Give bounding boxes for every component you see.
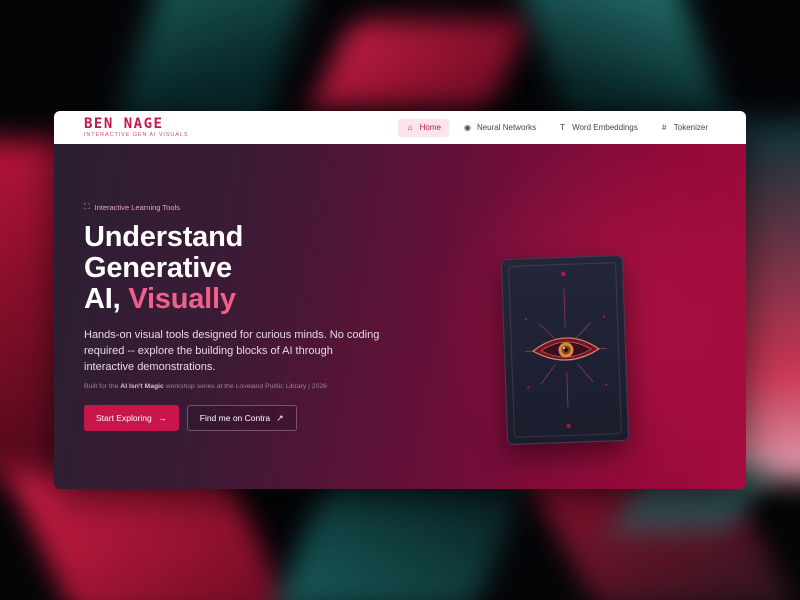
button-label: Find me on Contra — [199, 413, 271, 423]
brand-logo[interactable]: BEN NAGE INTERACTIVE GEN AI VISUALS — [84, 117, 188, 139]
nav-item-label: Tokenizer — [673, 123, 708, 132]
nav-item-tokenizer[interactable]: # Tokenizer — [652, 119, 716, 137]
text-icon: T — [560, 122, 566, 132]
eyebrow: ⛶ Interactive Learning Tools — [84, 202, 414, 212]
nav-item-label: Neural Networks — [476, 123, 537, 132]
credit-prefix: Built for the — [84, 383, 121, 390]
headline-line-1: Understand — [84, 221, 244, 253]
main-nav: ⌂ Home ◉ Neural Networks T Word Embeddin… — [397, 118, 716, 137]
headline-accent: Visually — [128, 283, 236, 315]
sparkle-icon: ⛶ — [84, 202, 90, 211]
nav-item-label: Home — [419, 123, 441, 132]
home-icon: ⌂ — [407, 122, 413, 132]
nav-item-neural-networks[interactable]: ◉ Neural Networks — [455, 119, 544, 137]
workshop-credit: Built for the AI Isn't Magic workshop se… — [84, 383, 414, 390]
hero-content: ⛶ Interactive Learning Tools Understand … — [84, 202, 414, 431]
nav-item-label: Word Embeddings — [572, 123, 638, 132]
logo-tagline: INTERACTIVE GEN AI VISUALS — [84, 131, 189, 138]
logo-text: BEN NAGE — [84, 115, 164, 132]
find-me-on-contra-button[interactable]: Find me on Contra ↗ — [186, 405, 297, 431]
credit-suffix: workshop series at the Loveland Public L… — [163, 383, 327, 390]
external-link-icon: ↗ — [276, 412, 284, 423]
arrow-right-icon: → — [157, 413, 167, 423]
hero-section: ⛶ Interactive Learning Tools Understand … — [54, 144, 746, 489]
button-label: Start Exploring — [96, 413, 152, 423]
top-navbar: BEN NAGE INTERACTIVE GEN AI VISUALS ⌂ Ho… — [54, 111, 746, 144]
nav-item-word-embeddings[interactable]: T Word Embeddings — [550, 119, 646, 137]
headline-line-3: AI, — [84, 283, 129, 315]
tarot-card-illustration — [500, 254, 630, 446]
eyebrow-text: Interactive Learning Tools — [94, 202, 180, 212]
hero-description: Hands-on visual tools designed for curio… — [84, 329, 380, 373]
nav-item-home[interactable]: ⌂ Home — [397, 118, 449, 137]
cta-group: Start Exploring → Find me on Contra ↗ — [84, 405, 414, 431]
start-exploring-button[interactable]: Start Exploring → — [84, 405, 179, 431]
eye-emblem-icon — [524, 271, 608, 428]
hash-icon: # — [662, 122, 667, 132]
headline-line-2: Generative — [84, 252, 232, 284]
app-window: BEN NAGE INTERACTIVE GEN AI VISUALS ⌂ Ho… — [54, 111, 746, 489]
credit-workshop-name: AI Isn't Magic — [120, 383, 164, 390]
brain-icon: ◉ — [463, 122, 471, 132]
hero-headline: Understand Generative AI, Visually — [84, 222, 414, 315]
